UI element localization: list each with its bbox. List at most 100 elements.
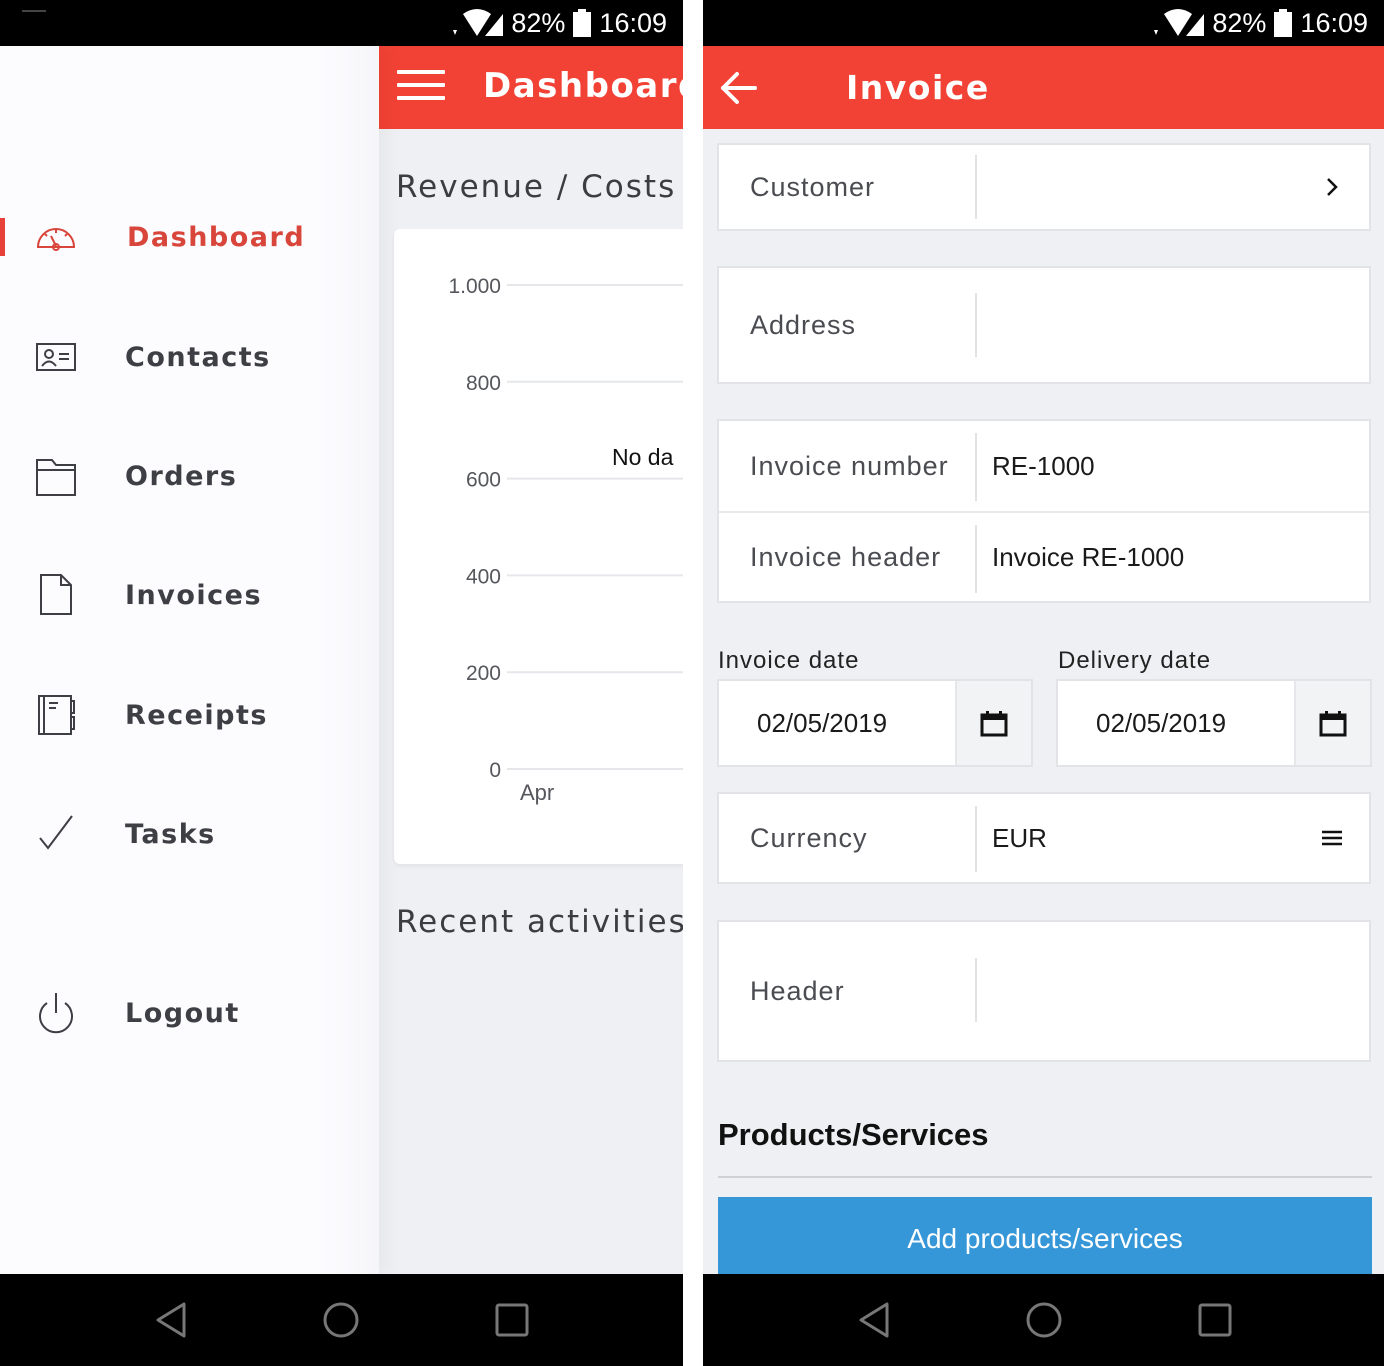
drawer-item-label: Dashboard — [127, 221, 306, 253]
recents-nav-icon[interactable] — [492, 1300, 532, 1340]
delivery-date-picker-button[interactable] — [1294, 681, 1370, 765]
address-label: Address — [750, 309, 857, 340]
contact-card-icon — [36, 343, 76, 371]
delivery-date-field: 02/05/2019 — [1056, 679, 1372, 767]
active-indicator — [0, 218, 5, 256]
toolbar-title: Dashboard — [483, 66, 683, 106]
checkmark-icon — [39, 815, 73, 850]
calendar-icon — [980, 711, 1008, 737]
currency-label: Currency — [750, 822, 868, 853]
y-tick-label: 800 — [466, 372, 501, 395]
customer-label: Customer — [750, 171, 876, 202]
chevron-right-icon[interactable] — [1319, 174, 1345, 200]
navigation-drawer: Dashboard Contacts Orders Invoices Recei… — [0, 46, 379, 1275]
delivery-date-value[interactable]: 02/05/2019 — [1058, 681, 1294, 765]
drawer-item-label: Tasks — [125, 818, 216, 850]
invoice-form: Customer Address Invoice number RE-1000 — [703, 129, 1384, 1275]
drawer-item-receipts[interactable]: Receipts — [0, 675, 379, 755]
y-tick-label: 200 — [466, 662, 501, 685]
field-divider — [975, 433, 977, 501]
invoice-date-picker-button[interactable] — [955, 681, 1031, 765]
drawer-item-label: Invoices — [125, 579, 263, 611]
y-tick-label: 600 — [466, 469, 501, 492]
invoice-date-label: Invoice date — [718, 647, 860, 674]
document-icon — [40, 574, 72, 615]
home-nav-icon[interactable] — [1024, 1300, 1064, 1340]
drawer-item-dashboard[interactable]: Dashboard — [0, 197, 379, 277]
y-tick-label: 1.000 — [448, 275, 501, 298]
drawer-item-contacts[interactable]: Contacts — [0, 317, 379, 397]
invoice-header-label: Invoice header — [750, 541, 942, 572]
y-tick-label: 0 — [489, 759, 501, 782]
invoice-header-value[interactable]: Invoice RE-1000 — [992, 542, 1184, 573]
invoice-number-field[interactable]: Invoice number RE-1000 — [719, 421, 1369, 511]
dashboard-toolbar: Dashboard — [379, 46, 683, 129]
system-nav-bar — [0, 1274, 683, 1366]
invoice-toolbar: Invoice — [703, 46, 1384, 129]
customer-field[interactable]: Customer — [717, 143, 1371, 231]
wifi-icon — [453, 9, 504, 36]
recents-nav-icon[interactable] — [1195, 1300, 1235, 1340]
menu-button[interactable] — [397, 70, 445, 106]
field-divider — [975, 293, 977, 357]
field-divider — [975, 958, 977, 1022]
status-bar: 82% 16:09 — [703, 0, 1384, 46]
drawer-item-label: Orders — [125, 460, 238, 492]
currency-field[interactable]: Currency EUR — [717, 792, 1371, 884]
no-data-message: No da — [612, 444, 674, 470]
status-bar: 82% 16:09 — [0, 0, 683, 46]
drawer-item-orders[interactable]: Orders — [0, 436, 379, 516]
invoice-number-value[interactable]: RE-1000 — [992, 451, 1095, 482]
dashboard-screen: 82% 16:09 Dashboard Revenue / Costs 0 200… — [0, 0, 683, 1366]
toolbar-title: Invoice — [846, 68, 990, 107]
home-nav-icon[interactable] — [321, 1300, 361, 1340]
x-tick-label: Apr — [520, 780, 554, 805]
drawer-item-label: Receipts — [125, 699, 268, 731]
invoice-info-group: Invoice number RE-1000 Invoice header In… — [717, 419, 1371, 603]
system-nav-bar — [703, 1274, 1384, 1366]
drawer-item-label: Contacts — [125, 341, 271, 373]
field-divider — [975, 806, 977, 872]
back-nav-icon[interactable] — [152, 1300, 192, 1340]
address-field[interactable]: Address — [717, 266, 1371, 384]
invoice-number-label: Invoice number — [750, 450, 949, 481]
field-divider — [975, 525, 977, 593]
arrow-left-icon[interactable] — [717, 66, 761, 110]
drawer-item-tasks[interactable]: Tasks — [0, 794, 379, 874]
clock: 16:09 — [599, 7, 667, 38]
invoice-date-value[interactable]: 02/05/2019 — [719, 681, 955, 765]
drawer-item-label: Logout — [125, 997, 240, 1029]
header-label: Header — [750, 975, 845, 1006]
back-nav-icon[interactable] — [855, 1300, 895, 1340]
drawer-item-invoices[interactable]: Invoices — [0, 555, 379, 635]
notebook-icon — [38, 695, 75, 735]
y-tick-label: 400 — [466, 565, 501, 588]
revenue-chart: 0 200 400 600 800 1.000 Apr No da — [448, 275, 683, 805]
revenue-chart-card: 0 200 400 600 800 1.000 Apr No da — [394, 229, 683, 864]
power-icon — [39, 993, 73, 1034]
folder-icon — [36, 459, 76, 496]
add-products-button[interactable]: Add products/services — [718, 1197, 1372, 1275]
calendar-icon — [1319, 711, 1347, 737]
dashboard-content: Revenue / Costs 0 200 400 600 800 1.000 Apr No … — [379, 129, 683, 1274]
recent-activities-title: Recent activities — [396, 904, 683, 940]
section-divider — [718, 1176, 1372, 1178]
invoice-header-field[interactable]: Invoice header Invoice RE-1000 — [719, 511, 1369, 601]
products-services-title: Products/Services — [718, 1117, 989, 1152]
hamburger-menu-icon — [397, 70, 445, 74]
field-divider — [975, 155, 977, 219]
revenue-costs-title: Revenue / Costs — [396, 169, 677, 205]
battery-icon — [573, 9, 592, 37]
battery-percent: 82% — [1212, 7, 1267, 38]
currency-value[interactable]: EUR — [992, 823, 1047, 854]
drawer-item-logout[interactable]: Logout — [0, 973, 379, 1053]
notification-indicator — [22, 10, 46, 12]
speedometer-icon — [36, 228, 76, 251]
wifi-icon — [1154, 9, 1205, 36]
list-menu-icon[interactable] — [1319, 825, 1345, 851]
clock: 16:09 — [1300, 7, 1368, 38]
battery-percent: 82% — [511, 7, 566, 38]
header-field[interactable]: Header — [717, 920, 1371, 1062]
invoice-screen: 82% 16:09 Invoice Customer Address Invoi… — [703, 0, 1384, 1366]
battery-icon — [1274, 9, 1293, 37]
